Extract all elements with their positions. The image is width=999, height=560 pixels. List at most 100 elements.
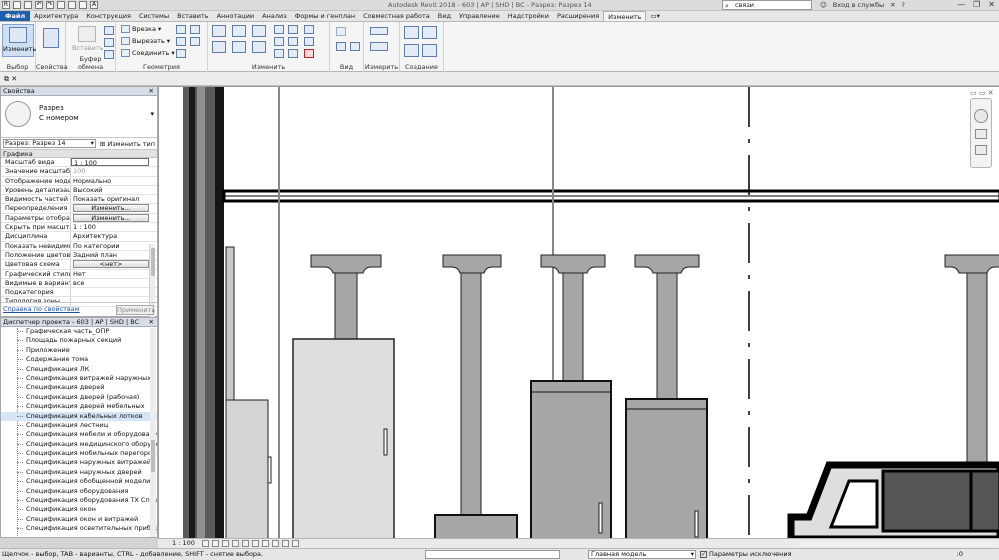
property-value[interactable]: Нет	[71, 270, 157, 278]
pin-icon[interactable]	[288, 37, 298, 46]
cut-icon[interactable]	[104, 38, 114, 47]
close-icon[interactable]: ✕	[149, 87, 154, 96]
cut-geometry-button[interactable]: Вырезать ▾	[121, 37, 170, 45]
split-face-icon[interactable]	[190, 25, 200, 34]
browser-item[interactable]: Спецификация кабельных лотков	[1, 411, 157, 421]
property-row[interactable]: Уровень детализацииВысокий	[1, 185, 157, 196]
sign-in-link[interactable]: Вход в службы	[833, 1, 884, 9]
checkbox-icon[interactable]: ✓	[700, 550, 707, 558]
tab-view[interactable]: Вид	[434, 11, 455, 21]
aligned-dimension-icon[interactable]	[370, 42, 388, 51]
measure-icon[interactable]	[68, 1, 76, 9]
workset-select[interactable]: Главная модель	[588, 550, 696, 559]
detail-level-icon[interactable]	[202, 540, 209, 547]
search-input[interactable]: ⌕ связи	[722, 0, 812, 10]
tab-insert[interactable]: Вставить	[173, 11, 212, 21]
property-value[interactable]: Изменить...	[71, 204, 157, 213]
shadows-icon[interactable]	[232, 540, 239, 547]
minimize-button[interactable]: —	[957, 0, 965, 9]
browser-item[interactable]: Спецификация дверей (рабочая)	[1, 393, 157, 402]
modify-button[interactable]: Изменить	[2, 24, 36, 57]
browser-item[interactable]: Спецификация наружных дверей	[1, 468, 157, 477]
close-icon[interactable]: ✕	[149, 318, 154, 327]
tab-file[interactable]: Файл	[0, 11, 31, 21]
browser-item[interactable]: Площадь пожарных секций	[1, 336, 157, 345]
property-edit-button[interactable]: Изменить...	[73, 204, 149, 213]
property-value[interactable]: <нет>	[71, 260, 157, 269]
trim-extend-icon[interactable]	[274, 49, 284, 58]
bulb-icon[interactable]	[336, 27, 346, 36]
tab-addins[interactable]: Надстройки	[504, 11, 553, 21]
tab-analyze[interactable]: Анализ	[258, 11, 291, 21]
property-row[interactable]: Масштаб вида 1 : 100	[1, 158, 157, 168]
browser-item[interactable]: Спецификация осветительных приборов	[1, 524, 157, 533]
copy-icon[interactable]	[104, 26, 114, 35]
scroll-thumb[interactable]	[151, 248, 155, 276]
ribbon-toggle-icon[interactable]: ▭▾	[646, 11, 663, 21]
wall-joins-icon[interactable]	[176, 25, 186, 34]
join-button[interactable]: Соединить ▾	[121, 49, 175, 57]
steering-wheel-icon[interactable]	[974, 109, 988, 123]
browser-item[interactable]: Спецификация мобильных перегородок	[1, 449, 157, 458]
delete-icon[interactable]	[304, 49, 314, 58]
property-row[interactable]: Графический стиль ...Нет	[1, 269, 157, 279]
instance-filter-select[interactable]: Разрез: Разрез 14	[3, 139, 96, 148]
temporary-hide-icon[interactable]	[262, 540, 269, 547]
tab-collaborate[interactable]: Совместная работа	[359, 11, 434, 21]
property-row[interactable]: Видимые в варианте все	[1, 278, 157, 289]
viewport-window-controls[interactable]: ▭ ▭ ✕	[970, 89, 994, 97]
property-value[interactable]: все	[71, 279, 157, 287]
browser-item[interactable]: Спецификация дверей	[1, 383, 157, 392]
tab-architecture[interactable]: Архитектура	[30, 11, 82, 21]
move-icon[interactable]	[212, 41, 226, 53]
tab-systems[interactable]: Системы	[135, 11, 173, 21]
align-icon[interactable]	[212, 25, 226, 37]
browser-item[interactable]: Спецификация витражей наружных	[1, 374, 157, 383]
print-icon[interactable]	[57, 1, 65, 9]
property-value[interactable]: Изменить...	[71, 213, 157, 222]
browser-item[interactable]: Спецификация наружных витражей	[1, 458, 157, 467]
measure-distance-icon[interactable]	[370, 27, 388, 35]
property-row[interactable]: Параметры отображ...Изменить...	[1, 213, 157, 224]
property-row[interactable]: Положение цветово...Задний план	[1, 250, 157, 261]
split-icon[interactable]	[288, 25, 298, 34]
analytical-model-icon[interactable]	[292, 540, 299, 547]
browser-scrollbar[interactable]	[150, 328, 156, 537]
property-row[interactable]: Цветовая схема <нет>	[1, 260, 157, 270]
help-icon[interactable]: ?	[902, 1, 905, 9]
split-gap-icon[interactable]	[288, 49, 298, 58]
demolish-icon[interactable]	[176, 49, 186, 58]
show-crop-icon[interactable]	[252, 540, 259, 547]
open-icon[interactable]	[13, 1, 21, 9]
browser-item[interactable]: Спецификация оборудования	[1, 487, 157, 496]
rotate-icon[interactable]	[252, 41, 266, 53]
property-value[interactable]: 100	[71, 167, 157, 175]
dimension-icon[interactable]	[79, 1, 87, 9]
crop-view-icon[interactable]	[242, 540, 249, 547]
override-graphics-icon[interactable]	[350, 42, 360, 51]
create-parts-icon[interactable]	[422, 26, 437, 39]
browser-item[interactable]: Спецификация обобщенной модели	[1, 477, 157, 486]
browser-item[interactable]: Спецификация окон	[1, 505, 157, 514]
revit-logo-icon[interactable]: R	[2, 1, 10, 9]
property-value[interactable]: Нормально	[71, 177, 157, 185]
property-edit-button[interactable]: <нет>	[73, 260, 149, 269]
browser-item[interactable]: Содержание тома	[1, 355, 157, 364]
offset-icon[interactable]	[232, 25, 246, 37]
close-button[interactable]: ✕	[988, 0, 995, 9]
tab-manage[interactable]: Управление	[455, 11, 504, 21]
hide-icon[interactable]	[336, 42, 346, 51]
visual-style-icon[interactable]	[212, 540, 219, 547]
scale-icon[interactable]	[304, 25, 314, 34]
browser-item[interactable]: Спецификация медицинского оборудования	[1, 440, 157, 449]
edit-type-button[interactable]: ⊞ Изменить тип	[100, 140, 155, 148]
paste-button[interactable]: Вставить	[72, 24, 103, 57]
create-assembly-icon[interactable]	[404, 26, 419, 39]
tab-massing-site[interactable]: Формы и генплан	[291, 11, 359, 21]
exclusions-checkbox[interactable]: ✓ Параметры исключения	[700, 549, 792, 560]
chevron-down-icon[interactable]: ▾	[150, 110, 154, 118]
horizontal-scrollbar[interactable]	[798, 541, 998, 547]
browser-item[interactable]: Спецификация дверей мебельных	[1, 402, 157, 411]
properties-help-link[interactable]: Справка по свойствам	[3, 305, 80, 313]
tab-modify[interactable]: Изменить	[603, 11, 647, 21]
